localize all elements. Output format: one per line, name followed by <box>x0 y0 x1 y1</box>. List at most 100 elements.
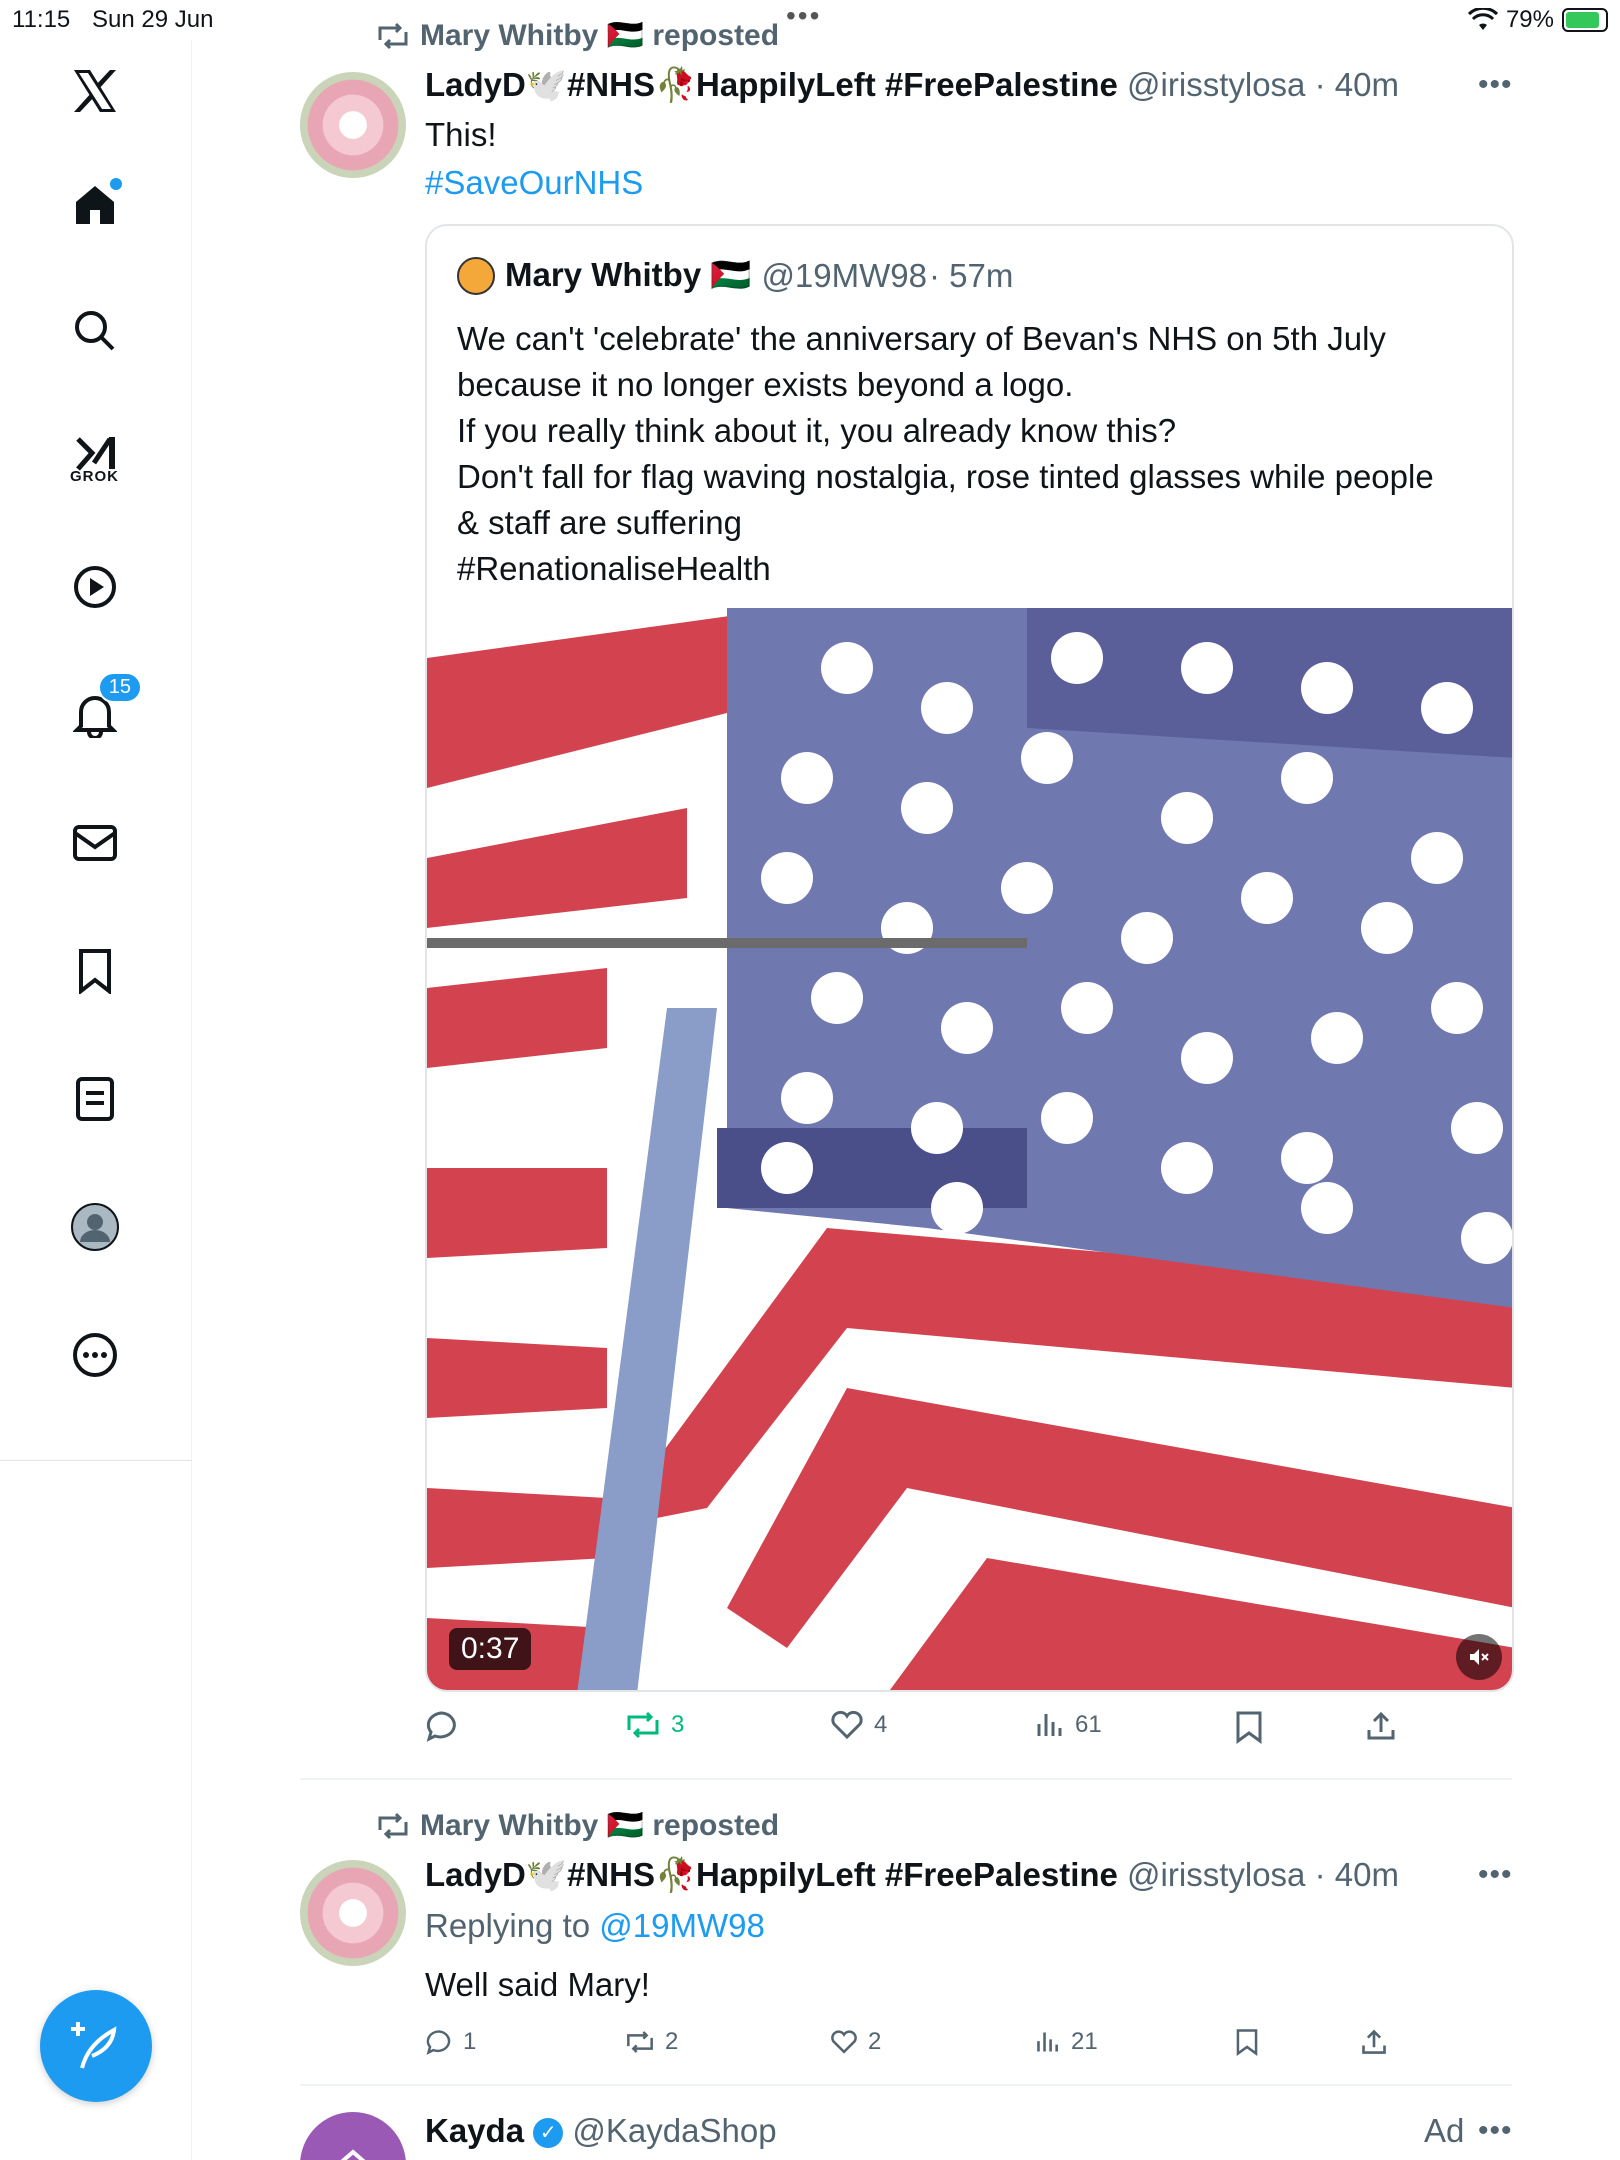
reply-icon <box>426 2030 451 2055</box>
grok-icon[interactable]: GROK <box>66 424 124 485</box>
wifi-icon <box>1467 8 1498 30</box>
repost-indicator[interactable]: Mary Whitby 🇵🇸 reposted <box>376 1808 779 1843</box>
share-icon <box>1362 2029 1386 2054</box>
hashtag-link[interactable]: #SaveOurNHS <box>425 160 643 206</box>
bookmark-icon <box>1236 1711 1262 1744</box>
quoted-post-header: Mary Whitby 🇵🇸 @19MW98 · 57m <box>457 256 1013 295</box>
post-more-icon[interactable]: ••• <box>1478 68 1513 102</box>
quoted-line: We can't 'celebrate' the anniversary of … <box>457 320 1386 357</box>
repost-icon <box>378 22 408 49</box>
avatar[interactable] <box>300 1860 406 1966</box>
like-count: 4 <box>874 1711 888 1738</box>
verified-badge-icon: ✓ <box>533 2118 564 2149</box>
battery-percent: 79% <box>1505 6 1554 33</box>
reply-button[interactable] <box>425 1710 469 1742</box>
video-player[interactable]: 0:37 <box>427 608 1512 1690</box>
multitasking-dots-icon[interactable]: ••• <box>786 0 821 32</box>
repost-indicator[interactable]: Mary Whitby 🇵🇸 reposted <box>376 18 779 53</box>
like-button[interactable]: 4 <box>830 1710 887 1740</box>
home-unread-dot <box>110 178 122 190</box>
quoted-line: If you really think about it, you alread… <box>457 412 1177 449</box>
repost-button[interactable]: 3 <box>625 1710 684 1740</box>
bookmark-icon <box>1236 2029 1258 2056</box>
views-count: 61 <box>1075 1711 1102 1738</box>
reply-button[interactable]: 1 <box>425 2028 476 2056</box>
avatar[interactable] <box>300 72 406 178</box>
quoted-post-card[interactable]: Mary Whitby 🇵🇸 @19MW98 · 57m We can't 'c… <box>425 224 1514 1692</box>
lists-icon[interactable] <box>66 1070 124 1128</box>
views-chart-icon <box>1037 1714 1062 1736</box>
quoted-line: & staff are suffering <box>457 504 742 541</box>
quoted-post-text: We can't 'celebrate' the anniversary of … <box>457 316 1497 592</box>
quoted-line: #RenationaliseHealth <box>457 550 771 587</box>
repost-count: 3 <box>671 1711 685 1738</box>
sidebar-divider <box>0 1460 192 1461</box>
quoted-line: because it no longer exists beyond a log… <box>457 366 1074 403</box>
messages-envelope-icon[interactable] <box>66 814 124 872</box>
heart-icon <box>831 2030 857 2054</box>
tweet-header: LadyD🕊️#NHS🥀HappilyLeft #FreePalestine @… <box>425 66 1399 105</box>
battery-icon <box>1562 8 1608 32</box>
avatar[interactable] <box>300 2112 406 2160</box>
author-name[interactable]: LadyD🕊️#NHS🥀HappilyLeft #FreePalestine <box>425 66 1118 103</box>
tweet-header: LadyD🕊️#NHS🥀HappilyLeft #FreePalestine @… <box>425 1856 1399 1895</box>
views-chart-icon <box>1037 2032 1058 2052</box>
post-text: Well said Mary! <box>425 1966 650 2003</box>
notifications-badge: 15 <box>97 672 142 703</box>
author-handle[interactable]: @KaydaShop <box>572 2112 776 2149</box>
mute-toggle-icon[interactable] <box>1456 1634 1502 1680</box>
profile-avatar-icon[interactable] <box>66 1198 124 1256</box>
quoted-avatar <box>457 256 495 295</box>
flag-video-frame <box>427 608 1512 1690</box>
like-button[interactable]: 2 <box>830 2028 881 2056</box>
post-text: This! <box>425 116 497 153</box>
grok-label: GROK <box>70 468 119 485</box>
quoted-author-handle: @19MW98 <box>761 256 927 294</box>
author-handle[interactable]: @irisstylosa <box>1127 1856 1305 1893</box>
feather-plus-icon <box>71 2022 117 2069</box>
quoted-line: Don't fall for flag waving nostalgia, ro… <box>457 458 1434 495</box>
post-more-icon[interactable]: ••• <box>1478 1858 1513 1892</box>
more-options-icon[interactable] <box>66 1326 124 1384</box>
post-actions: 1 2 2 21 <box>425 2028 1425 2078</box>
views-button[interactable]: 21 <box>1035 2028 1098 2056</box>
repost-label: Mary Whitby 🇵🇸 reposted <box>420 19 780 52</box>
sidebar: GROK 15 <box>0 40 192 2160</box>
views-count: 21 <box>1071 2028 1098 2055</box>
share-button[interactable] <box>1365 1710 1397 1742</box>
ad-label: Ad <box>1424 2112 1465 2149</box>
post-actions: 3 4 61 <box>425 1710 1425 1760</box>
tweet-header: Kayda ✓ @KaydaShop <box>425 2112 777 2150</box>
compose-post-button[interactable] <box>40 1990 152 2102</box>
status-time: 11:15 <box>12 6 71 33</box>
status-bar: 11:15 Sun 29 Jun ••• 79% <box>0 0 1620 40</box>
post-time[interactable]: · 40m <box>1315 66 1399 103</box>
replying-handle-link[interactable]: @19MW98 <box>599 1907 765 1944</box>
views-button[interactable]: 61 <box>1035 1710 1102 1740</box>
home-icon[interactable] <box>66 176 124 234</box>
repost-icon <box>627 1711 659 1739</box>
bookmark-icon[interactable] <box>66 942 124 1000</box>
author-name[interactable]: Kayda <box>425 2112 524 2149</box>
bookmark-post-button[interactable] <box>1235 1710 1263 1744</box>
status-date: Sun 29 Jun <box>92 6 214 33</box>
share-icon <box>1367 1711 1395 1740</box>
notifications-bell-icon[interactable]: 15 <box>66 672 142 744</box>
search-icon[interactable] <box>66 302 124 360</box>
author-handle[interactable]: @irisstylosa <box>1127 66 1305 103</box>
post-more-icon[interactable]: ••• <box>1478 2114 1513 2148</box>
author-name[interactable]: LadyD🕊️#NHS🥀HappilyLeft #FreePalestine <box>425 1856 1118 1893</box>
video-play-icon[interactable] <box>66 558 124 616</box>
repost-button[interactable]: 2 <box>625 2028 678 2056</box>
reply-count: 1 <box>463 2028 477 2055</box>
house-logo-icon <box>340 2149 366 2160</box>
reply-icon <box>426 1711 456 1742</box>
share-button[interactable] <box>1360 2028 1388 2056</box>
like-count: 2 <box>868 2028 882 2055</box>
bookmark-post-button[interactable] <box>1235 2028 1259 2056</box>
x-logo-icon[interactable] <box>66 62 124 120</box>
quoted-post-time: · 57m <box>929 256 1014 294</box>
post-time[interactable]: · 40m <box>1315 1856 1399 1893</box>
heart-icon <box>831 1710 863 1740</box>
post-separator <box>300 2084 1512 2086</box>
